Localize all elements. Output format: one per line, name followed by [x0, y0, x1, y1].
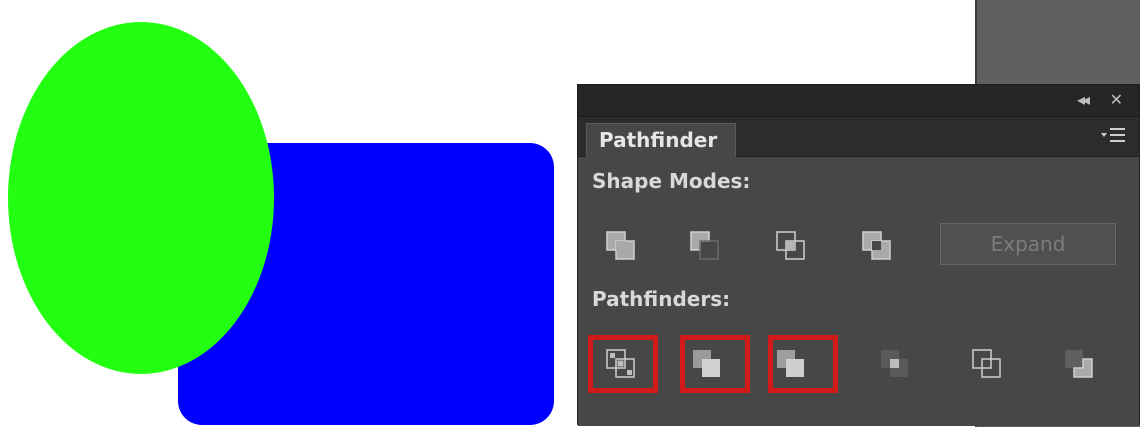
merge-highlight [768, 335, 838, 393]
crop-icon[interactable] [876, 345, 916, 385]
panel-title-bar[interactable]: ◂◂ ✕ [578, 85, 1139, 117]
pathfinder-panel: ◂◂ ✕ Pathfinder Shape Modes: Expand Path… [577, 84, 1140, 426]
unite-icon[interactable] [602, 227, 642, 267]
pathfinders-label: Pathfinders: [592, 287, 731, 311]
collapse-icon[interactable]: ◂◂ [1077, 91, 1090, 109]
minus-front-icon[interactable] [686, 227, 726, 267]
expand-button[interactable]: Expand [940, 223, 1116, 265]
exclude-icon[interactable] [858, 227, 898, 267]
shape-modes-label: Shape Modes: [592, 169, 751, 193]
divide-highlight [588, 335, 658, 393]
panel-menu-icon[interactable] [1101, 125, 1127, 147]
intersect-icon[interactable] [772, 227, 812, 267]
panel-body: Shape Modes: Expand Pathfinders: [578, 157, 1139, 426]
minus-back-icon[interactable] [1060, 345, 1100, 385]
trim-highlight [680, 335, 750, 393]
tab-pathfinder[interactable]: Pathfinder [586, 123, 736, 157]
panel-tab-row: Pathfinder [578, 117, 1139, 157]
close-icon[interactable]: ✕ [1110, 91, 1123, 109]
outline-icon[interactable] [968, 345, 1008, 385]
green-ellipse[interactable] [8, 22, 274, 374]
